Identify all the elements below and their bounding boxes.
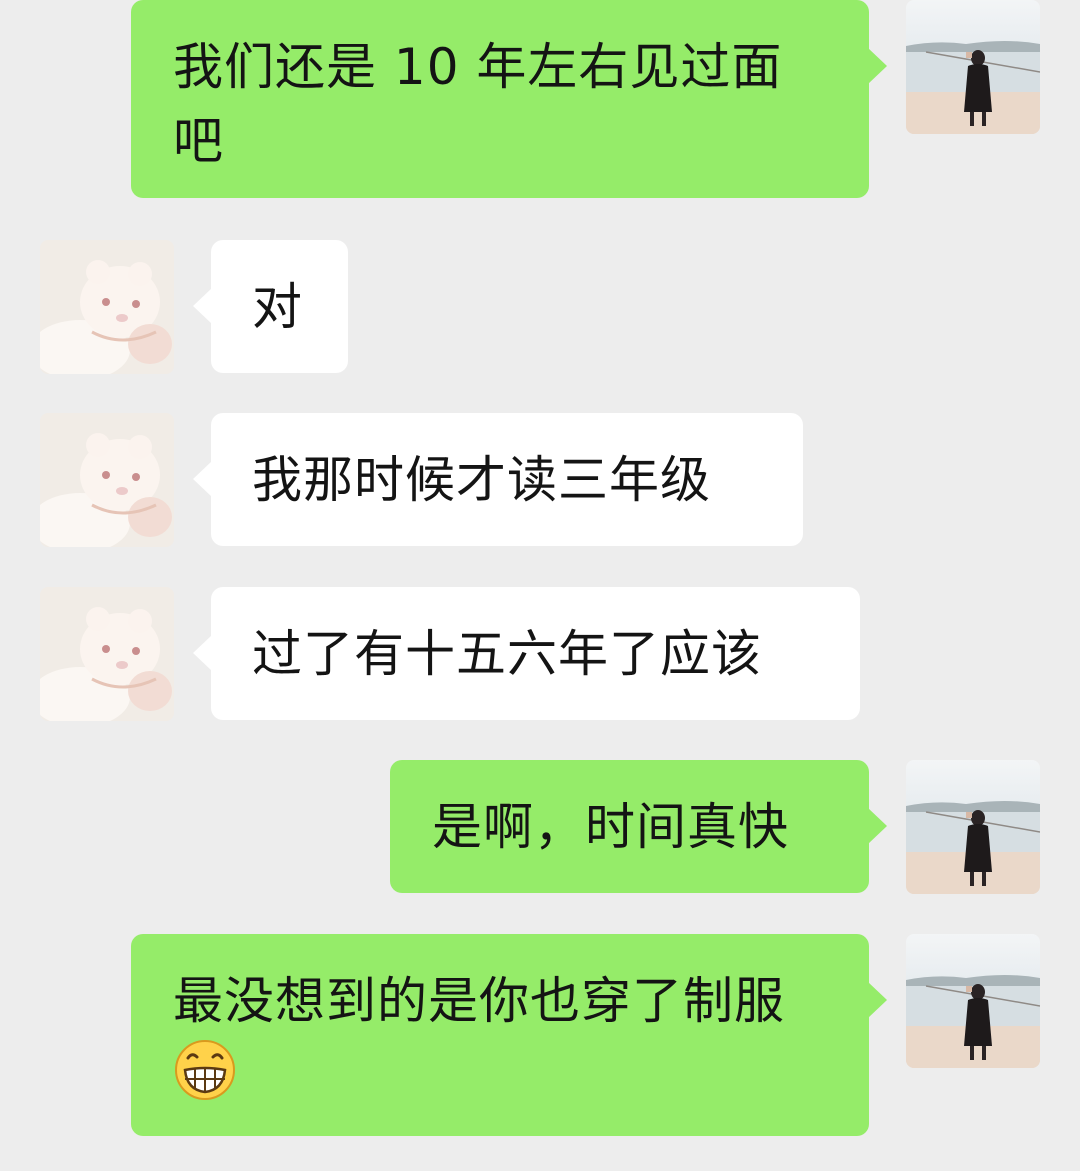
message-text: 过了有十五六年了应该: [252, 625, 762, 683]
message-bubble-other[interactable]: 过了有十五六年了应该: [193, 587, 860, 720]
message-bubble-self[interactable]: 最没想到的是你也穿了制服: [131, 934, 887, 1136]
message-text: 我们还是 10 年左右见过面吧: [173, 38, 783, 170]
avatar-other[interactable]: [40, 587, 174, 721]
message-bubble-other[interactable]: 我那时候才读三年级: [193, 413, 803, 546]
avatar-plush-toy-icon: [40, 587, 174, 721]
avatar-photo-icon: [906, 760, 1040, 894]
message-text: 对: [252, 278, 303, 336]
message-text: 是啊，时间真快: [432, 798, 789, 856]
avatar-self[interactable]: [906, 760, 1040, 894]
avatar-plush-toy-icon: [40, 413, 174, 547]
grinning-face-icon: [173, 1038, 237, 1102]
message-bubble-other[interactable]: 对: [193, 240, 348, 373]
message-text: 我那时候才读三年级: [252, 451, 711, 509]
avatar-photo-icon: [906, 934, 1040, 1068]
avatar-self[interactable]: [906, 0, 1040, 134]
avatar-other[interactable]: [40, 240, 174, 374]
avatar-other[interactable]: [40, 413, 174, 547]
avatar-plush-toy-icon: [40, 240, 174, 374]
message-text: 最没想到的是你也穿了制服: [173, 972, 785, 1030]
avatar-photo-icon: [906, 0, 1040, 134]
message-bubble-self[interactable]: 是啊，时间真快: [390, 760, 887, 893]
avatar-self[interactable]: [906, 934, 1040, 1068]
message-bubble-self[interactable]: 我们还是 10 年左右见过面吧: [131, 0, 887, 198]
